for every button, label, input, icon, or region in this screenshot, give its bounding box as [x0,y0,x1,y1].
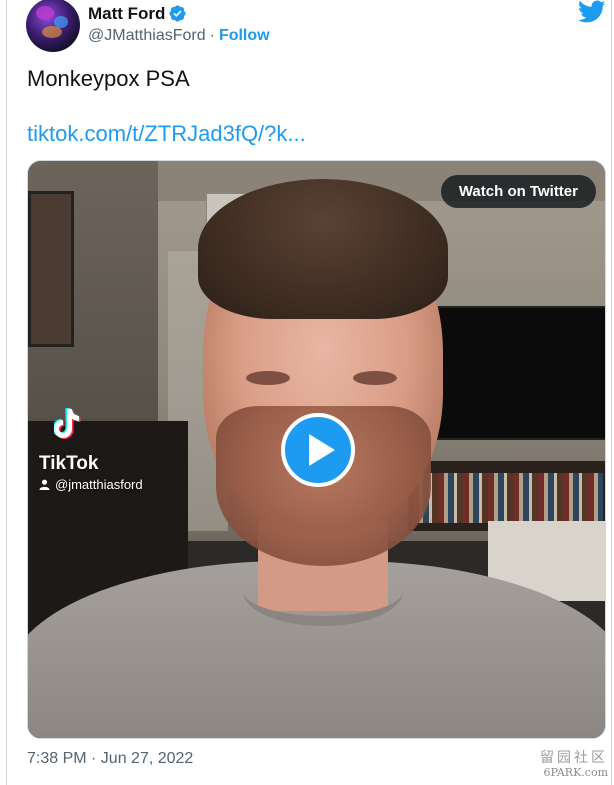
tiktok-username-row: @jmatthiasford [39,477,143,492]
watermark: 留园社区 6PARK.com [528,750,608,782]
play-icon [309,434,335,466]
tweet-link[interactable]: tiktok.com/t/ZTRJad3fQ/?k... [27,121,306,147]
handle-row: @JMatthiasFord · Follow [88,27,270,45]
verified-badge-icon [169,5,186,22]
handle[interactable]: @JMatthiasFord [88,27,206,44]
watermark-en: 6PARK.com [543,766,608,779]
tiktok-username: @jmatthiasford [55,477,143,492]
watermark-cn: 留园社区 [540,750,608,766]
tiktok-logo-icon [54,408,81,439]
watch-on-twitter-button[interactable]: Watch on Twitter [440,175,596,208]
video-player[interactable]: Watch on Twitter TikTok @jmatthiasford [27,160,606,739]
tweet-timestamp[interactable]: 7:38 PM · Jun 27, 2022 [27,750,193,768]
play-button[interactable] [281,413,355,487]
person-icon [39,479,50,490]
avatar[interactable] [26,0,80,52]
tweet-text: Monkeypox PSA [27,66,190,91]
tiktok-brand: TikTok [39,453,99,474]
separator: · [209,27,215,44]
twitter-bird-icon[interactable] [578,0,606,24]
display-name[interactable]: Matt Ford [88,4,165,24]
follow-button[interactable]: Follow [219,27,270,44]
